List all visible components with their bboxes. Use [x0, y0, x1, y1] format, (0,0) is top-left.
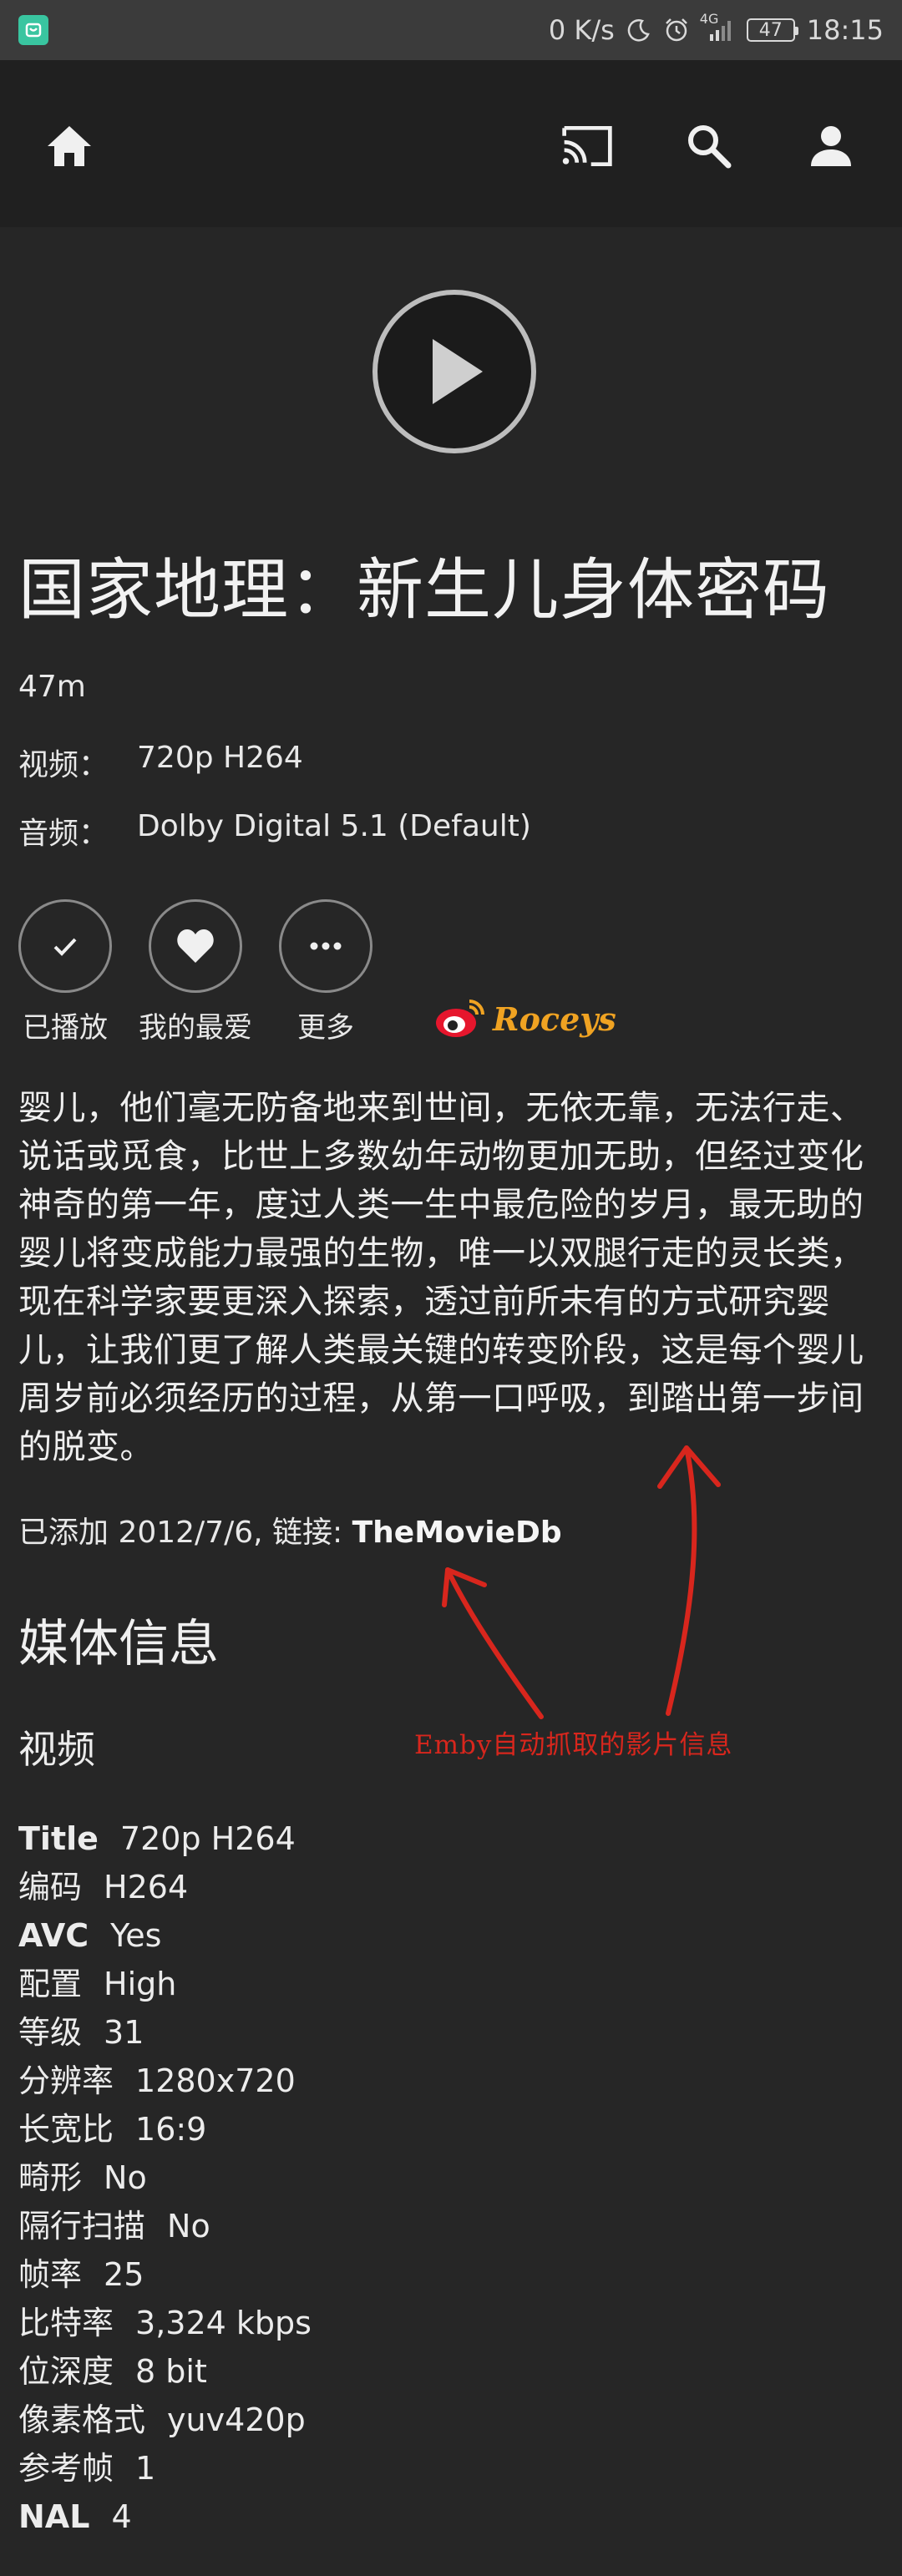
video-label: 视频：: [18, 748, 109, 782]
alarm-icon: [663, 17, 690, 43]
hero-area: [0, 227, 902, 544]
stream-row-resolution: 分辨率 1280x720: [18, 2057, 887, 2105]
stream-value: 4: [111, 2498, 132, 2535]
stream-value: 1280x720: [135, 2062, 296, 2099]
stream-value: No: [104, 2159, 147, 2196]
check-icon[interactable]: [18, 899, 112, 993]
stream-row-bitrate: 比特率 3,324 kbps: [18, 2299, 887, 2347]
stream-row-profile: 配置 High: [18, 1960, 887, 2008]
stream-row-codec: 编码 H264: [18, 1863, 887, 1911]
stream-info-list: Title 720p H264 编码 H264 AVC Yes 配置 High 等级 31…: [18, 1814, 887, 2541]
audio-info: 音频： Dolby Digital 5.1 (Default): [18, 809, 887, 853]
annotation-text: Emby自动抓取的影片信息: [414, 1730, 733, 1760]
stream-row-framerate: 帧率 25: [18, 2250, 887, 2299]
stream-value: 8 bit: [135, 2353, 207, 2390]
stream-key: 像素格式: [18, 2401, 146, 2438]
stream-value: 25: [104, 2256, 144, 2293]
stream-row-bitdepth: 位深度 8 bit: [18, 2347, 887, 2396]
stream-key: AVC: [18, 1917, 89, 1954]
audio-value: Dolby Digital 5.1 (Default): [137, 809, 531, 843]
stream-key: 帧率: [18, 2256, 83, 2293]
date-added: 已添加 2012/7/6, 链接: TheMovieDb: [18, 1508, 887, 1551]
play-icon: [433, 339, 483, 404]
media-info-heading: 媒体信息: [18, 1615, 219, 1673]
home-icon[interactable]: [42, 119, 97, 174]
search-icon[interactable]: [682, 119, 737, 174]
stream-key: 位深度: [18, 2353, 114, 2390]
watermark: Roceys: [434, 998, 616, 1040]
battery-level: 47: [758, 19, 783, 41]
cast-icon[interactable]: [560, 119, 615, 174]
app-toolbar: [0, 60, 902, 227]
user-icon[interactable]: [803, 119, 859, 174]
stream-row-level: 等级 31: [18, 2008, 887, 2057]
stream-key: 配置: [18, 1966, 83, 2002]
stream-key: 畸形: [18, 2159, 83, 2196]
more-icon[interactable]: [279, 899, 372, 993]
stream-row-anamorphic: 畸形 No: [18, 2153, 887, 2202]
signal-icon: 4G: [700, 11, 735, 43]
heart-icon[interactable]: [149, 899, 242, 993]
app-notification-icon: [18, 15, 48, 45]
audio-label: 音频：: [18, 817, 109, 851]
stream-key: 编码: [18, 1869, 83, 1905]
favorite-button[interactable]: 我的最爱: [139, 899, 252, 1045]
video-value: 720p H264: [137, 741, 303, 775]
stream-value: No: [167, 2208, 210, 2245]
stream-value: yuv420p: [167, 2401, 306, 2438]
favorite-label: 我的最爱: [139, 1011, 252, 1045]
video-info: 视频： 720p H264: [18, 741, 887, 784]
stream-row-title: Title 720p H264: [18, 1814, 887, 1863]
stream-key: 等级: [18, 2014, 83, 2051]
stream-key: 长宽比: [18, 2111, 114, 2148]
stream-row-refframes: 参考帧 1: [18, 2444, 887, 2492]
stream-value: Yes: [110, 1917, 162, 1954]
stream-key: 比特率: [18, 2305, 114, 2341]
stream-value: 720p H264: [119, 1820, 296, 1857]
stream-key: 参考帧: [18, 2450, 114, 2487]
stream-row-aspect: 长宽比 16:9: [18, 2105, 887, 2153]
network-type: 4G: [699, 11, 719, 27]
stream-key: 隔行扫描: [18, 2208, 146, 2245]
runtime: 47m: [18, 670, 86, 704]
stream-row-pixelformat: 像素格式 yuv420p: [18, 2396, 887, 2444]
stream-key: Title: [18, 1820, 99, 1857]
action-bar: 已播放 我的最爱 更多 Roceys: [18, 899, 887, 1045]
more-button[interactable]: 更多: [279, 899, 372, 1045]
stream-value: High: [104, 1966, 177, 2002]
weibo-icon: [436, 1000, 484, 1037]
stream-value: H264: [104, 1869, 189, 1905]
stream-value: 31: [104, 2014, 144, 2051]
stream-key: NAL: [18, 2498, 90, 2535]
stream-row-interlaced: 隔行扫描 No: [18, 2202, 887, 2250]
themoviedb-link[interactable]: TheMovieDb: [352, 1516, 562, 1550]
net-speed: 0 K/s: [548, 14, 615, 46]
play-button[interactable]: [372, 290, 536, 453]
details-content: 国家地理：新生儿身体密码 47m 视频： 720p H264 音频： Dolby…: [18, 544, 887, 2541]
played-label: 已播放: [23, 1011, 108, 1045]
battery-icon: 47: [746, 18, 798, 42]
stream-key: 分辨率: [18, 2062, 114, 2099]
overview: 婴儿，他们毫无防备地来到世间，无依无靠，无法行走、说话或觅食，比世上多数幼年动物…: [18, 1089, 864, 1466]
stream-row-nal: NAL 4: [18, 2492, 887, 2541]
watermark-text: Roceys: [493, 1000, 616, 1038]
stream-row-avc: AVC Yes: [18, 1911, 887, 1960]
stream-value: 1: [135, 2450, 156, 2487]
date-added-text: 已添加 2012/7/6, 链接:: [18, 1516, 352, 1550]
clock: 18:15: [806, 14, 884, 46]
stream-value: 16:9: [135, 2111, 207, 2148]
stream-value: 3,324 kbps: [135, 2305, 312, 2341]
more-label: 更多: [297, 1011, 354, 1045]
status-bar: 0 K/s 4G 47 18:15: [0, 0, 902, 60]
played-button[interactable]: 已播放: [18, 899, 112, 1045]
moon-icon: [626, 18, 651, 43]
page-title: 国家地理：新生儿身体密码: [18, 551, 830, 629]
